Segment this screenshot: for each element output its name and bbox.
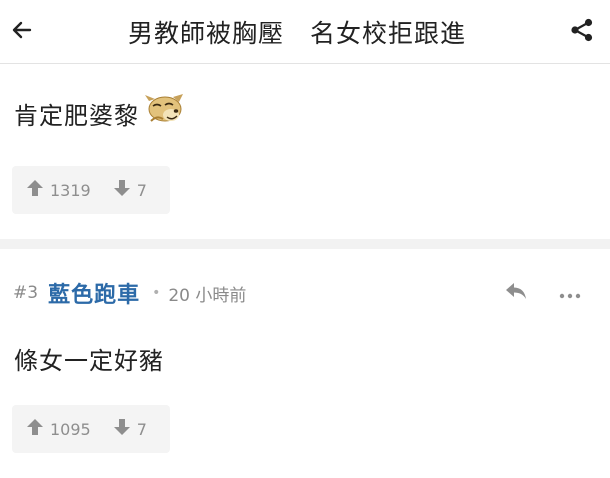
comment-divider (0, 239, 610, 249)
upvote-button[interactable]: 1319 (26, 179, 91, 201)
floor-number: #3 (13, 283, 39, 303)
username-link[interactable]: 藍色跑車 (48, 277, 140, 309)
more-dots-icon (559, 284, 581, 303)
thread-title: 男教師被胸壓 名女校拒跟進 (127, 18, 466, 48)
dog-laughing-icon (143, 91, 187, 127)
comment-item: 肯定肥婆黎 1319 7 (0, 65, 610, 239)
comment-actions (496, 279, 590, 307)
comment-text: 條女一定好豬 (14, 347, 164, 375)
top-bar: 男教師被胸壓 名女校拒跟進 (0, 0, 610, 64)
thumb-up-arrow-icon (26, 179, 50, 201)
down-arrow-icon (113, 179, 137, 201)
back-button[interactable] (0, 10, 44, 54)
more-options-button[interactable] (550, 279, 590, 307)
vote-box: 1319 7 (12, 166, 170, 214)
share-button[interactable] (560, 10, 604, 54)
down-arrow-icon (113, 418, 137, 440)
comment-content: 條女一定好豬 (14, 341, 164, 376)
upvote-count: 1319 (50, 180, 91, 200)
post-time: 20 小時前 (168, 285, 247, 306)
comment-meta: #3 藍色跑車 • 20 小時前 (13, 277, 247, 309)
share-icon (569, 17, 595, 47)
downvote-button[interactable]: 7 (113, 179, 147, 201)
thumb-up-arrow-icon (26, 418, 50, 440)
comment-text: 肯定肥婆黎 (14, 101, 139, 130)
comment-item: #3 藍色跑車 • 20 小時前 條女一定好豬 1095 7 (0, 249, 610, 478)
upvote-button[interactable]: 1095 (26, 418, 91, 440)
vote-box: 1095 7 (12, 405, 170, 453)
reply-button[interactable] (496, 279, 536, 307)
downvote-count: 7 (136, 419, 147, 439)
comment-content: 肯定肥婆黎 (14, 94, 187, 131)
meta-separator: • (152, 285, 161, 301)
page: 男教師被胸壓 名女校拒跟進 肯定肥婆黎 1319 7 #3 藍色跑車 • 20 … (0, 0, 610, 478)
downvote-button[interactable]: 7 (113, 418, 147, 440)
upvote-count: 1095 (50, 419, 91, 439)
downvote-count: 7 (136, 180, 147, 200)
back-arrow-icon (10, 18, 34, 46)
reply-icon (504, 281, 528, 305)
